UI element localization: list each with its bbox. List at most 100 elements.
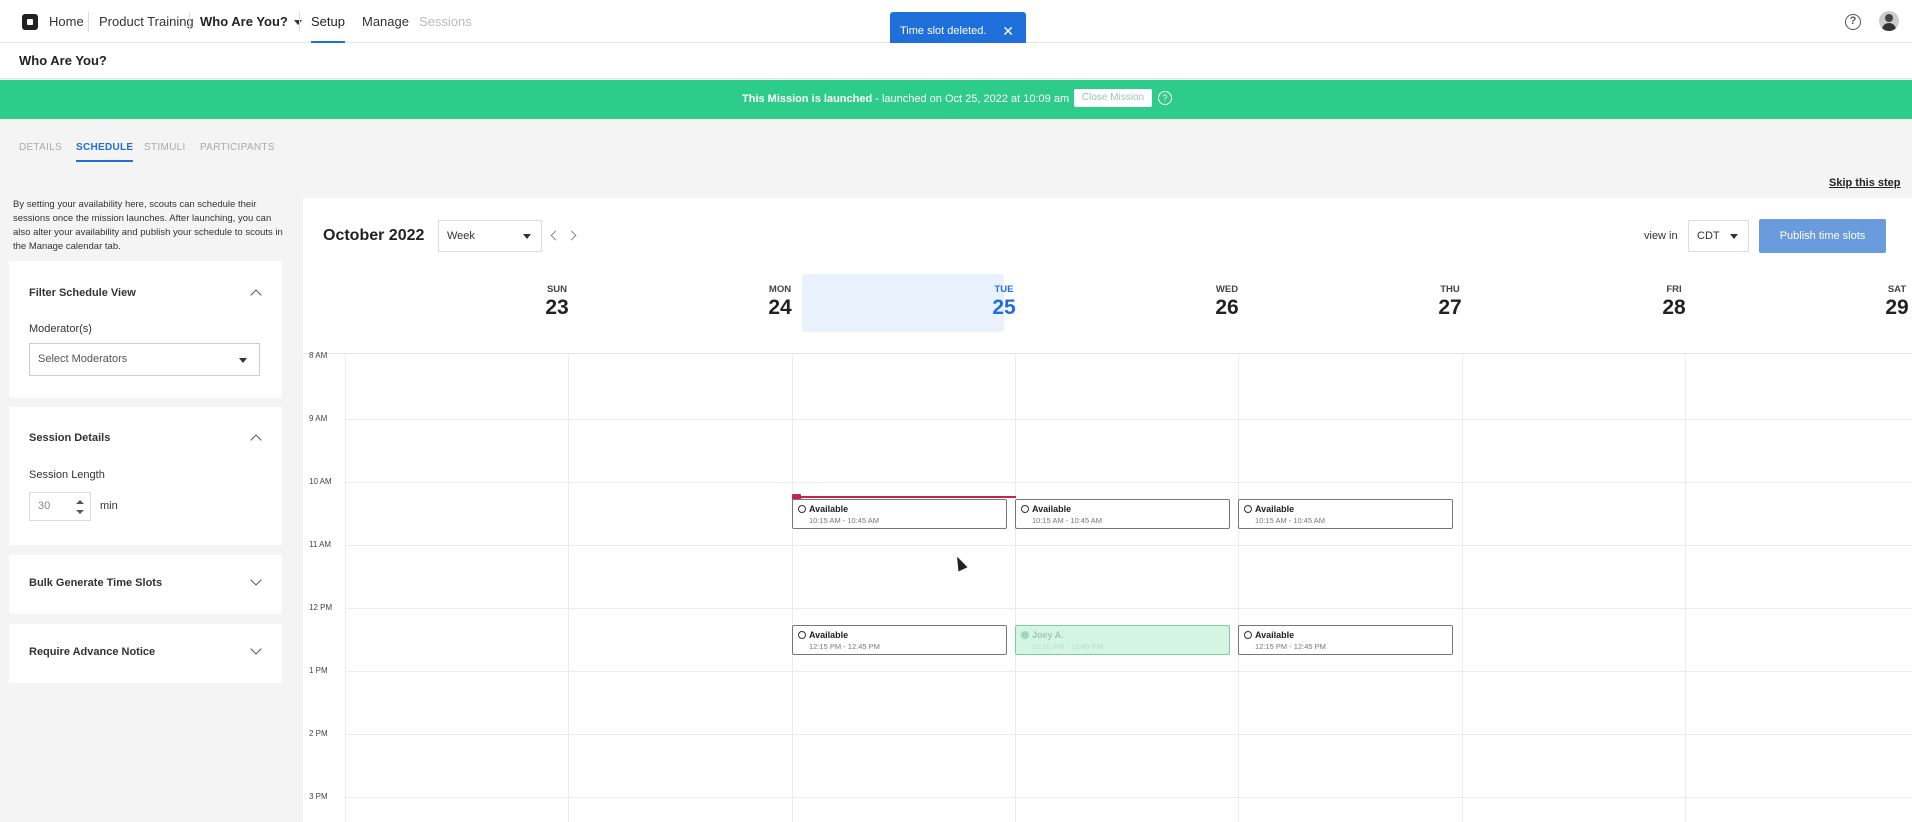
help-icon[interactable]: ? <box>1845 14 1861 30</box>
help-icon[interactable]: ? <box>1158 91 1172 105</box>
day-header-sat[interactable]: SAT 29 <box>1695 274 1908 332</box>
hour-label: 3 PM <box>309 792 328 801</box>
view-in-label: view in <box>1644 230 1678 242</box>
skip-step-link[interactable]: Skip this step <box>1829 177 1901 189</box>
chevron-right-icon[interactable] <box>566 230 577 241</box>
grid-hour-line <box>345 734 1912 735</box>
moderator-label: Moderator(s) <box>29 323 92 335</box>
calendar: October 2022 Week view in CDT Publish ti… <box>303 198 1912 822</box>
slot-title: Available <box>1255 504 1295 514</box>
hour-label: 11 AM <box>309 540 332 549</box>
grid-hour-line <box>345 482 1912 483</box>
timezone-select[interactable]: CDT <box>1688 220 1749 252</box>
day-header-sun[interactable]: SUN 23 <box>355 274 568 332</box>
hour-label: 8 AM <box>309 351 328 360</box>
tab-details[interactable]: DETAILS <box>19 142 62 160</box>
time-slot[interactable]: Available 12:15 PM - 12:45 PM <box>792 625 1007 655</box>
tab-participants[interactable]: PARTICIPANTS <box>200 142 275 160</box>
chevron-down-icon[interactable] <box>250 643 262 655</box>
session-length-unit: min <box>100 500 118 512</box>
slot-time: 12:15 PM - 12:45 PM <box>1255 642 1326 651</box>
calendar-view-select[interactable]: Week <box>438 220 542 252</box>
nav-separator <box>88 12 89 32</box>
slot-radio-icon <box>1021 631 1029 639</box>
grid-hour-line <box>345 671 1912 672</box>
publish-time-slots-button[interactable]: Publish time slots <box>1759 219 1886 253</box>
slot-time: 12:15 PM - 12:45 PM <box>809 642 880 651</box>
time-slot[interactable]: Available 10:15 AM - 10:45 AM <box>1015 499 1230 529</box>
slot-time: 12:15 PM - 12:45 PM <box>1032 642 1103 651</box>
filter-panel-title[interactable]: Filter Schedule View <box>29 287 136 299</box>
current-time-indicator <box>792 496 1016 498</box>
nav-product-training[interactable]: Product Training <box>99 0 194 43</box>
slot-title: Available <box>809 504 849 514</box>
advance-panel-title[interactable]: Require Advance Notice <box>29 646 155 658</box>
grid-hour-line <box>345 545 1912 546</box>
nav-project-dropdown[interactable]: Who Are You? <box>200 0 302 43</box>
chevron-down-icon <box>523 234 531 239</box>
grid-hour-line <box>345 797 1912 798</box>
project-name: Who Are You? <box>200 14 288 29</box>
toast-message: Time slot deleted. <box>900 25 987 37</box>
hour-label: 2 PM <box>309 729 328 738</box>
mission-tabs: DETAILS SCHEDULE STIMULI PARTICIPANTS <box>0 119 1912 164</box>
launch-status: This Mission is launched <box>742 93 873 105</box>
chevron-up-icon[interactable] <box>250 434 262 446</box>
nav-manage[interactable]: Manage <box>362 0 409 43</box>
time-slot[interactable]: Available 10:15 AM - 10:45 AM <box>1238 499 1453 529</box>
tab-schedule[interactable]: SCHEDULE <box>76 142 134 162</box>
time-slot[interactable]: Available 12:15 PM - 12:45 PM <box>1238 625 1453 655</box>
launch-detail: - launched on Oct 25, 2022 at 10:09 am <box>872 93 1070 105</box>
chevron-left-icon[interactable] <box>550 230 561 241</box>
grid-border <box>303 353 1912 354</box>
calendar-month: October 2022 <box>323 227 425 244</box>
time-slot[interactable]: Available 10:15 AM - 10:45 AM <box>792 499 1007 529</box>
session-details-panel: Session Details Session Length 30 min <box>9 407 282 545</box>
moderator-select[interactable]: Select Moderators <box>29 343 260 376</box>
session-panel-title[interactable]: Session Details <box>29 432 110 444</box>
nav-setup[interactable]: Setup <box>311 0 345 43</box>
nav-sessions[interactable]: Sessions <box>419 0 472 43</box>
hour-label: 10 AM <box>309 477 332 486</box>
slot-time: 10:15 AM - 10:45 AM <box>809 516 880 525</box>
slot-time: 10:15 AM - 10:45 AM <box>1255 516 1326 525</box>
nav-home[interactable]: Home <box>49 0 84 43</box>
chevron-down-icon[interactable] <box>250 574 262 586</box>
slot-radio-icon <box>1244 505 1252 513</box>
launch-message: This Mission is launched - launched on O… <box>742 93 1069 105</box>
day-header-tue[interactable]: TUE 25 <box>802 274 1016 332</box>
session-length-label: Session Length <box>29 469 105 481</box>
slot-radio-icon <box>798 505 806 513</box>
day-header-mon[interactable]: MON 24 <box>578 274 791 332</box>
tab-stimuli[interactable]: STIMULI <box>144 142 186 160</box>
slot-radio-icon <box>1244 631 1252 639</box>
day-header-thu[interactable]: THU 27 <box>1248 274 1461 332</box>
hour-label: 9 AM <box>309 414 328 423</box>
slot-title: Available <box>1255 630 1295 640</box>
booked-time-slot[interactable]: Joey A. 12:15 PM - 12:45 PM <box>1015 625 1230 655</box>
grid-hour-line <box>345 419 1912 420</box>
stepper-arrows-icon[interactable] <box>76 500 84 514</box>
chevron-up-icon[interactable] <box>250 289 262 301</box>
day-header-wed[interactable]: WED 26 <box>1025 274 1238 332</box>
launch-banner: This Mission is launched - launched on O… <box>0 80 1912 119</box>
slot-radio-icon <box>1021 505 1029 513</box>
page-title: Who Are You? <box>19 53 107 68</box>
slot-title: Joey A. <box>1032 630 1064 640</box>
session-length-value: 30 <box>38 500 51 512</box>
advance-notice-panel: Require Advance Notice <box>9 624 282 683</box>
user-avatar[interactable] <box>1879 11 1899 31</box>
session-length-stepper[interactable]: 30 <box>29 492 91 521</box>
close-mission-button[interactable]: Close Mission <box>1074 89 1152 107</box>
chevron-down-icon <box>1730 234 1738 239</box>
grid-column-line <box>1015 353 1016 822</box>
day-of-week: SAT <box>1887 284 1907 295</box>
calendar-view-value: Week <box>447 230 475 242</box>
bulk-panel-title[interactable]: Bulk Generate Time Slots <box>29 577 162 589</box>
bulk-generate-panel: Bulk Generate Time Slots <box>9 555 282 614</box>
nav-separator <box>189 12 190 32</box>
day-header-fri[interactable]: FRI 28 <box>1472 274 1685 332</box>
nav-separator <box>299 12 300 32</box>
chevron-down-icon <box>293 20 302 26</box>
app-logo-icon[interactable] <box>22 14 38 30</box>
